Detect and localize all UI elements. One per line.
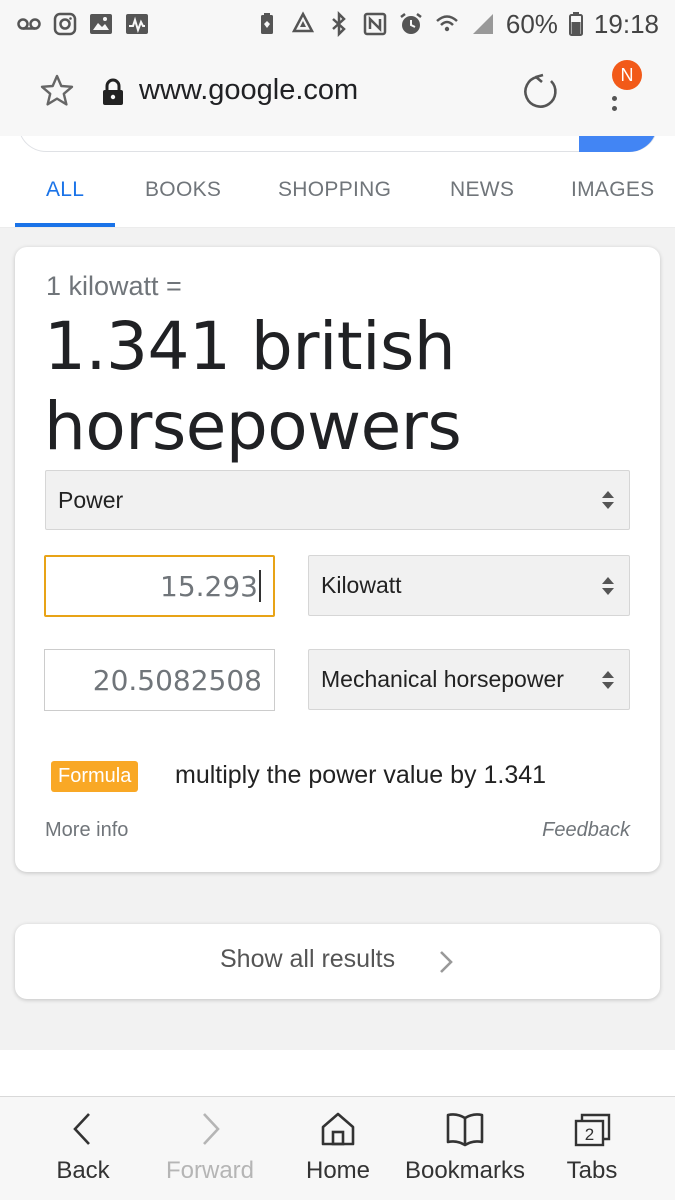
bottom-navigation: Back Forward Home Bookmarks 2 Tabs [0,1096,675,1200]
status-bar: 60% 19:18 [0,0,675,48]
nav-bookmarks-label: Bookmarks [404,1157,526,1184]
nav-home-label: Home [305,1157,371,1184]
lock-icon [103,78,123,105]
bookmark-star-icon[interactable] [38,72,76,110]
instagram-icon [52,11,78,37]
alarm-icon [398,11,424,37]
chevron-right-icon [440,951,453,973]
tabs-icon: 2 [574,1113,611,1147]
browser-screen: 60% 19:18 www.google.com N ALL BOOKS SHO… [0,0,675,1200]
to-value: 20.5082508 [92,663,262,697]
overflow-menu-button[interactable]: N [596,60,656,130]
profile-avatar[interactable]: N [612,60,642,90]
bookmarks-icon [446,1113,484,1147]
menu-dot [612,96,617,101]
tab-books[interactable]: BOOKS [145,178,221,202]
nav-forward-button[interactable]: Forward [154,1097,266,1200]
more-info-link[interactable]: More info [45,819,128,842]
tab-images[interactable]: IMAGES [571,178,654,202]
to-unit-select[interactable]: Mechanical horsepower [308,649,630,710]
nav-tabs-button[interactable]: 2 Tabs [556,1097,628,1200]
tab-all[interactable]: ALL [46,178,84,202]
from-unit-select[interactable]: Kilowatt [308,555,630,616]
to-value-input[interactable]: 20.5082508 [44,649,275,711]
show-all-results-button[interactable]: Show all results [15,924,660,999]
from-unit-value: Kilowatt [321,572,402,598]
search-tabs: ALL BOOKS SHOPPING NEWS IMAGES [0,152,675,228]
text-cursor [259,570,261,602]
forward-icon [203,1113,220,1145]
bluetooth-icon [326,11,352,37]
nav-forward-label: Forward [165,1157,255,1184]
voicemail-icon [16,11,42,37]
tab-news[interactable]: NEWS [450,178,514,202]
conversion-result: 1.341 british horsepowers [44,308,462,465]
url-field[interactable]: www.google.com [139,74,358,107]
tabs-count: 2 [585,1125,594,1144]
page-footer-area [0,1050,675,1100]
nfc-icon [362,11,388,37]
back-icon [73,1113,90,1145]
nav-back-button[interactable]: Back [40,1097,126,1200]
unit-converter-card: 1 kilowatt = 1.341 british horsepowers P… [15,247,660,872]
from-value-input[interactable]: 15.293 [44,555,275,617]
conversion-equation: 1 kilowatt = [46,271,182,301]
gallery-icon [88,11,114,37]
feedback-link[interactable]: Feedback [542,819,630,842]
select-arrows-icon [602,491,614,509]
battery-percent: 60% [505,8,558,39]
home-icon [321,1112,355,1146]
menu-dot [612,106,617,111]
formula-text: multiply the power value by 1.341 [175,761,547,789]
to-unit-value: Mechanical horsepower [321,666,564,692]
unit-type-value: Power [58,486,124,513]
recycle-icon [290,11,316,37]
select-arrows-icon [602,576,614,595]
active-tab-indicator [15,223,115,227]
activity-icon [124,11,150,37]
nav-back-label: Back [56,1157,110,1184]
wifi-icon [434,11,460,37]
unit-type-select[interactable]: Power [45,470,630,530]
battery-saver-icon [254,11,280,37]
show-all-results-label: Show all results [220,945,396,973]
select-arrows-icon [602,670,614,689]
nav-tabs-label: Tabs [566,1157,618,1184]
battery-icon [568,11,584,37]
reload-icon[interactable] [520,72,560,112]
nav-home-button[interactable]: Home [296,1097,380,1200]
from-value: 15.293 [160,569,258,603]
formula-badge: Formula [51,761,139,792]
clock: 19:18 [593,8,659,39]
nav-bookmarks-button[interactable]: Bookmarks [402,1097,528,1200]
address-bar: www.google.com N [0,48,675,136]
tab-shopping[interactable]: SHOPPING [278,178,391,202]
signal-icon [470,11,496,37]
